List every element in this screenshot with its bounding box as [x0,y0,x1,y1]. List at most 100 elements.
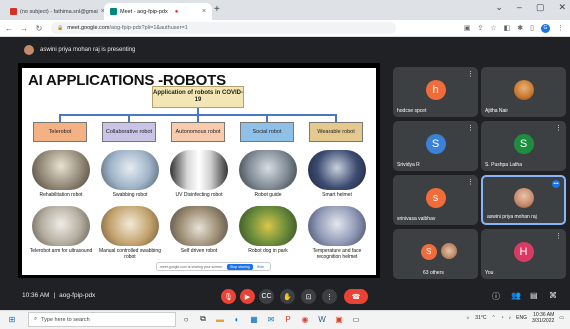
photo-manual-swabbing-robot [101,206,159,246]
photo-rehabilitation-robot [32,150,90,190]
tab-gmail[interactable]: (no subject) - fathima.snl@gmai × [4,3,104,20]
tab-label: Meet - aog-fpip-pdx [120,8,168,15]
stop-sharing-button[interactable]: Stop sharing [227,263,253,270]
office-icon[interactable]: ▣ [333,313,345,325]
more-icon[interactable]: ⋮ [555,124,562,132]
camera-icon[interactable]: ▣ [464,24,471,32]
presenter-bar: aswini priya mohan raj is presenting [24,45,135,55]
extensions-puzzle-icon[interactable]: ✱ [517,24,523,32]
language-indicator[interactable]: ENG [516,315,527,321]
close-window-button[interactable]: ✕ [558,2,566,13]
network-icon[interactable]: ◔ [501,315,504,321]
more-icon[interactable]: ⋮ [555,232,562,240]
windows-start-icon[interactable]: ⊞ [6,313,18,325]
more-icon[interactable]: ⋮ [467,70,474,78]
people-icon[interactable]: 👥 [511,291,521,300]
screen-share-notice: meet.google.com is sharing your screen. … [156,262,271,271]
share-icon[interactable]: ⇪ [477,24,483,32]
app-icon[interactable]: ▭ [350,313,362,325]
participant-tile-presenter[interactable]: ••• aswini priya mohan raj [481,175,566,225]
present-button[interactable]: ⊡ [301,289,316,304]
sidebar-icon[interactable]: ▯ [530,24,534,32]
participant-name: srinivasa vaibhav [397,216,436,222]
end-call-button[interactable]: ☎ [344,289,368,304]
presentation-slide: AI APPLICATIONS -ROBOTS Application of r… [22,68,376,275]
participant-name: S. Pushpa Latha [485,162,522,168]
participant-tile[interactable]: Ajitha Nair [481,67,566,117]
photo-uv-robot [170,150,228,190]
avatar [441,243,457,259]
hide-button[interactable]: Hide [257,265,264,269]
clock[interactable]: 10:36 AM 3/31/2022 [532,312,554,324]
participant-tile[interactable]: S ⋮ S. Pushpa Latha [481,121,566,171]
maximize-button[interactable]: ▢ [536,2,545,13]
camera-off-button[interactable]: ▶ [240,289,255,304]
chat-icon[interactable]: ▤ [530,291,538,300]
task-view-icon[interactable]: ⧉ [197,313,209,325]
cortana-icon[interactable]: ○ [180,313,192,325]
connector [266,114,268,122]
mic-off-button[interactable]: 🎙 [221,289,236,304]
caption: Telerobot arm for ultrasound [29,248,93,254]
word-icon[interactable]: W [316,313,328,325]
avatar: S [425,133,446,154]
participant-tile[interactable]: S ⋮ Srividya R [393,121,478,171]
extension-icon[interactable]: ◧ [504,24,511,32]
photo-smart-helmet [308,150,366,190]
caption: Temperature and face recognition helmet [312,248,362,260]
activities-icon[interactable]: ⌘ [549,291,557,300]
chevron-up-icon[interactable]: ⌃ [491,315,495,321]
tab-strip: (no subject) - fathima.snl@gmai × Meet -… [0,0,570,20]
menu-icon[interactable]: ⋮ [557,24,564,32]
info-icon[interactable]: ⓘ [492,291,500,302]
participant-tile[interactable]: s ⋮ srinivasa vaibhav [393,175,478,225]
avatar: S [513,133,534,154]
tab-meet[interactable]: Meet - aog-fpip-pdx ● × [104,3,212,20]
taskbar-search[interactable]: ⌕ Type here to search [28,312,176,327]
store-icon[interactable]: ▦ [248,313,260,325]
address-bar[interactable]: 🔒 meet.google.com/aog-fpip-pdx?pli=1&aut… [51,22,396,34]
search-placeholder: Type here to search [41,316,90,323]
participant-tile-self[interactable]: H ⋮ You [481,229,566,279]
close-icon[interactable]: × [202,8,206,15]
notifications-icon[interactable]: ▭ [559,315,564,321]
gmail-icon [10,8,17,15]
photo-self-driven-robot [170,206,228,246]
chrome-icon[interactable]: ◉ [299,313,311,325]
participant-tile[interactable]: h ⋮ hodcse spcet [393,67,478,117]
raise-hand-button[interactable]: ✋ [280,289,295,304]
reload-icon[interactable]: ↻ [33,24,45,33]
participant-tile-others[interactable]: S 63 others [393,229,478,279]
more-icon[interactable]: ⋮ [467,124,474,132]
star-icon[interactable]: ☆ [490,24,496,32]
avatar [513,79,534,100]
volume-icon[interactable]: ♪ [509,315,512,321]
more-icon[interactable]: ⋮ [467,178,474,186]
tab-search-icon[interactable]: ⌄ [495,2,503,13]
back-icon[interactable]: ← [3,24,15,33]
avatar: s [425,187,446,208]
forward-icon[interactable]: → [18,24,30,33]
weather-icon: ☼ [465,315,471,321]
captions-button[interactable]: CC [259,289,274,304]
presenter-text: aswini priya mohan raj is presenting [40,47,136,53]
minimize-button[interactable]: – [517,2,522,13]
category-wearable: Wearable robot [309,122,363,142]
window-controls: ⌄ – ▢ ✕ [495,2,566,13]
photo-robot-guide [239,150,297,190]
avatar: h [425,79,446,100]
url-host: meet.google.com [67,25,110,31]
avatar[interactable]: G [541,23,550,33]
meeting-code: aog-fpip-pdx [59,292,96,299]
weather-temp[interactable]: 31°C [475,315,486,321]
powerpoint-icon[interactable]: P [282,313,294,325]
new-tab-button[interactable]: + [214,4,220,15]
avatar: S [420,243,437,260]
file-explorer-icon[interactable]: ▬ [214,313,226,325]
root-box: Application of robots in COVID-19 [152,86,244,108]
caption: Robot dog in park [248,248,288,254]
edge-icon[interactable]: ◐ [231,313,243,325]
connector [197,114,199,122]
more-options-button[interactable]: ⋮ [322,289,337,304]
mail-icon[interactable]: ✉ [265,313,277,325]
